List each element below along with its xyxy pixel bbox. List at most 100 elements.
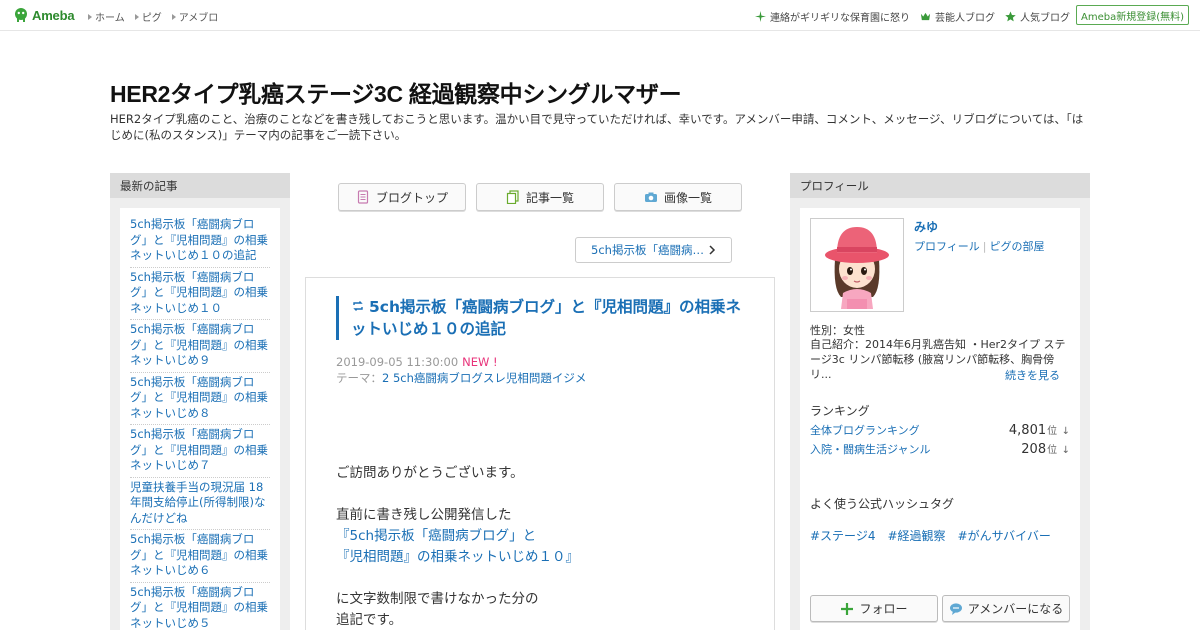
- article-body: ご訪問ありがとうございます。 直前に書き残し公開発信した 『5ch掲示板「癌闘病…: [336, 463, 579, 630]
- ranking-value: 4,801: [1008, 423, 1047, 438]
- reblog-icon: [353, 301, 363, 311]
- article-paragraph: に文字数制限で書けなかった分の: [336, 591, 539, 607]
- blog-top-label: ブログトップ: [375, 190, 448, 205]
- hashtag-link[interactable]: #ステージ4: [810, 527, 875, 544]
- entry-list-button[interactable]: 記事一覧: [476, 183, 604, 211]
- arrow-down-icon: ↓: [1061, 426, 1070, 437]
- recent-entry-link[interactable]: 5ch掲示板「癌闘病ブログ」と『児相問題』の相乗ネットいじめ５: [130, 583, 270, 630]
- ranking-unit: 位: [1047, 445, 1058, 456]
- hashtag-link[interactable]: #がんサバイバー: [958, 527, 1051, 544]
- topbar-link-celebrity[interactable]: 芸能人ブログ: [920, 9, 995, 24]
- profile-panel: プロフィール みゆ プロフィール | ピグの部屋 性別：女性 自己紹介：2014…: [790, 173, 1090, 630]
- entry-list-label: 記事一覧: [525, 190, 574, 205]
- profile-box: みゆ プロフィール | ピグの部屋 性別：女性 自己紹介：2014年6月乳癌告知 ・…: [800, 208, 1080, 630]
- topbar-link-celebrity-label: 芸能人ブログ: [935, 13, 995, 24]
- recent-entry-link[interactable]: 5ch掲示板「癌闘病ブログ」と『児相問題』の相乗ネットいじめ７: [130, 425, 270, 478]
- topbar-link-news[interactable]: 連絡がギリギリな保育園に怒り: [755, 9, 910, 24]
- register-button[interactable]: Ameba新規登録(無料): [1076, 5, 1189, 25]
- recent-entry-link[interactable]: 5ch掲示板「癌闘病ブログ」と『児相問題』の相乗ネットいじめ１０の追記: [130, 215, 270, 268]
- triangle-right-icon: [171, 13, 176, 20]
- article-paragraph: 追記です。: [336, 612, 403, 628]
- next-entry-label: 5ch掲示板「癌闘病…: [591, 243, 704, 257]
- recent-entry-link[interactable]: 5ch掲示板「癌闘病ブログ」と『児相問題』の相乗ネットいじめ６: [130, 530, 270, 583]
- ameba-logo[interactable]: Ameba: [13, 7, 75, 23]
- amember-label: アメンバーになる: [967, 602, 1064, 616]
- article-paragraph: ご訪問ありがとうございます。: [336, 465, 524, 481]
- triangle-right-icon: [134, 13, 139, 20]
- hashtag-list: #ステージ4 #経過観察 #がんサバイバー: [810, 527, 1051, 544]
- profile-link[interactable]: プロフィール: [914, 240, 980, 253]
- ranking-unit: 位: [1047, 426, 1058, 437]
- crown-icon: [920, 12, 931, 21]
- global-nav: ホーム ピグ アメブロ: [88, 9, 218, 24]
- nav-pigg[interactable]: ピグ: [134, 9, 162, 24]
- ranking-row: 全体ブログランキング 4,801位 ↓: [810, 422, 1070, 438]
- speech-bubble-icon: [949, 602, 962, 615]
- follow-label: フォロー: [859, 602, 908, 616]
- article: 5ch掲示板「癌闘病ブログ」と『児相問題』の相乗ネットいじめ１０の追記 2019…: [305, 277, 775, 630]
- chevron-right-icon: [709, 245, 716, 255]
- topbar-link-popular-label: 人気ブログ: [1020, 13, 1070, 24]
- image-list-label: 画像一覧: [663, 190, 712, 205]
- article-theme-link[interactable]: 2 5ch癌闘病ブログスレ児相問題イジメ: [382, 371, 586, 385]
- ranking-row: 入院・闘病生活ジャンル 208位 ↓: [810, 441, 1070, 457]
- camera-icon: [644, 192, 657, 202]
- article-meta: 2019-09-05 11:30:00 NEW ! テーマ：2 5ch癌闘病ブログ…: [336, 354, 586, 386]
- ranking-label[interactable]: 入院・闘病生活ジャンル: [810, 441, 930, 457]
- blog-top-button[interactable]: ブログトップ: [338, 183, 466, 211]
- article-paragraph: 直前に書き残し公開発信した: [336, 507, 512, 523]
- triangle-right-icon: [88, 13, 92, 20]
- arrow-down-icon: ↓: [1061, 445, 1070, 456]
- hashtag-link[interactable]: #経過観察: [887, 527, 945, 544]
- document-icon: [357, 190, 369, 204]
- recent-entries-heading: 最新の記事: [110, 173, 290, 198]
- recent-entries-panel: 最新の記事 5ch掲示板「癌闘病ブログ」と『児相問題』の相乗ネットいじめ１０の追…: [110, 173, 290, 630]
- sparkle-icon: [755, 11, 766, 22]
- new-badge: NEW !: [462, 355, 498, 369]
- recent-entry-link[interactable]: 児童扶養手当の現況届 18年間支給停止(所得制限)なんだけどね: [130, 478, 270, 530]
- profile-name[interactable]: みゆ: [914, 218, 938, 235]
- nav-home-label: ホーム: [95, 13, 125, 24]
- star-icon: [1005, 11, 1016, 22]
- read-more-link[interactable]: 続きを見る: [1005, 367, 1060, 383]
- article-inline-link[interactable]: 『児相問題』の相乗ネットいじめ１０』: [336, 549, 579, 565]
- profile-gender: 性別：女性: [810, 324, 865, 337]
- avatar[interactable]: [810, 218, 904, 312]
- article-title[interactable]: 5ch掲示板「癌闘病ブログ」と『児相問題』の相乗ネットいじめ１０の追記: [351, 296, 746, 340]
- nav-home[interactable]: ホーム: [88, 9, 125, 24]
- topbar-links: 連絡がギリギリな保育園に怒り 芸能人ブログ 人気ブログ: [755, 9, 1070, 24]
- article-title-block: 5ch掲示板「癌闘病ブログ」と『児相問題』の相乗ネットいじめ１０の追記: [336, 296, 746, 340]
- logo-text: Ameba: [32, 7, 75, 23]
- recent-entries-list: 5ch掲示板「癌闘病ブログ」と『児相問題』の相乗ネットいじめ１０の追記 5ch掲…: [120, 208, 280, 630]
- avatar-illustration: [811, 219, 903, 311]
- follow-button[interactable]: フォロー: [810, 595, 938, 622]
- plus-icon: [841, 602, 854, 615]
- ameba-logo-icon: [15, 8, 27, 22]
- copy-icon: [506, 190, 519, 204]
- image-list-button[interactable]: 画像一覧: [614, 183, 742, 211]
- article-date: 2019-09-05 11:30:00: [336, 355, 459, 369]
- amember-button[interactable]: アメンバーになる: [942, 595, 1070, 622]
- article-inline-link[interactable]: 『5ch掲示板「癌闘病ブログ」と: [336, 528, 536, 544]
- blog-description: HER2タイプ乳癌のこと、治療のことなどを書き残しておこうと思います。温かい目で…: [110, 112, 1084, 142]
- article-title-text: 5ch掲示板「癌闘病ブログ」と『児相問題』の相乗ネットいじめ１０の追記: [351, 298, 742, 338]
- theme-prefix: テーマ：: [336, 371, 382, 385]
- ranking-label[interactable]: 全体ブログランキング: [810, 422, 920, 438]
- next-entry-link[interactable]: 5ch掲示板「癌闘病…: [575, 237, 732, 263]
- profile-heading: プロフィール: [790, 173, 1090, 198]
- nav-ameblo-label: アメブロ: [178, 13, 219, 24]
- nav-ameblo[interactable]: アメブロ: [171, 9, 219, 24]
- ranking-heading: ランキング: [810, 404, 870, 418]
- blog-title[interactable]: HER2タイプ乳癌ステージ3C 経過観察中シングルマザー: [110, 75, 682, 109]
- link-separator: |: [982, 240, 987, 253]
- recent-entry-link[interactable]: 5ch掲示板「癌闘病ブログ」と『児相問題』の相乗ネットいじめ８: [130, 373, 270, 425]
- hashtag-heading: よく使う公式ハッシュタグ: [810, 497, 955, 511]
- recent-entry-link[interactable]: 5ch掲示板「癌闘病ブログ」と『児相問題』の相乗ネットいじめ９: [130, 320, 270, 373]
- ranking-value: 208: [1021, 442, 1047, 457]
- recent-entry-link[interactable]: 5ch掲示板「癌闘病ブログ」と『児相問題』の相乗ネットいじめ１０: [130, 268, 270, 320]
- top-bar: Ameba ホーム ピグ アメブロ 連絡がギリギリな保育園に怒り 芸能人ブログ …: [0, 0, 1200, 31]
- nav-pigg-label: ピグ: [141, 13, 162, 24]
- pigg-room-link[interactable]: ピグの部屋: [990, 240, 1045, 253]
- topbar-link-news-label: 連絡がギリギリな保育園に怒り: [770, 13, 910, 24]
- topbar-link-popular[interactable]: 人気ブログ: [1005, 9, 1070, 24]
